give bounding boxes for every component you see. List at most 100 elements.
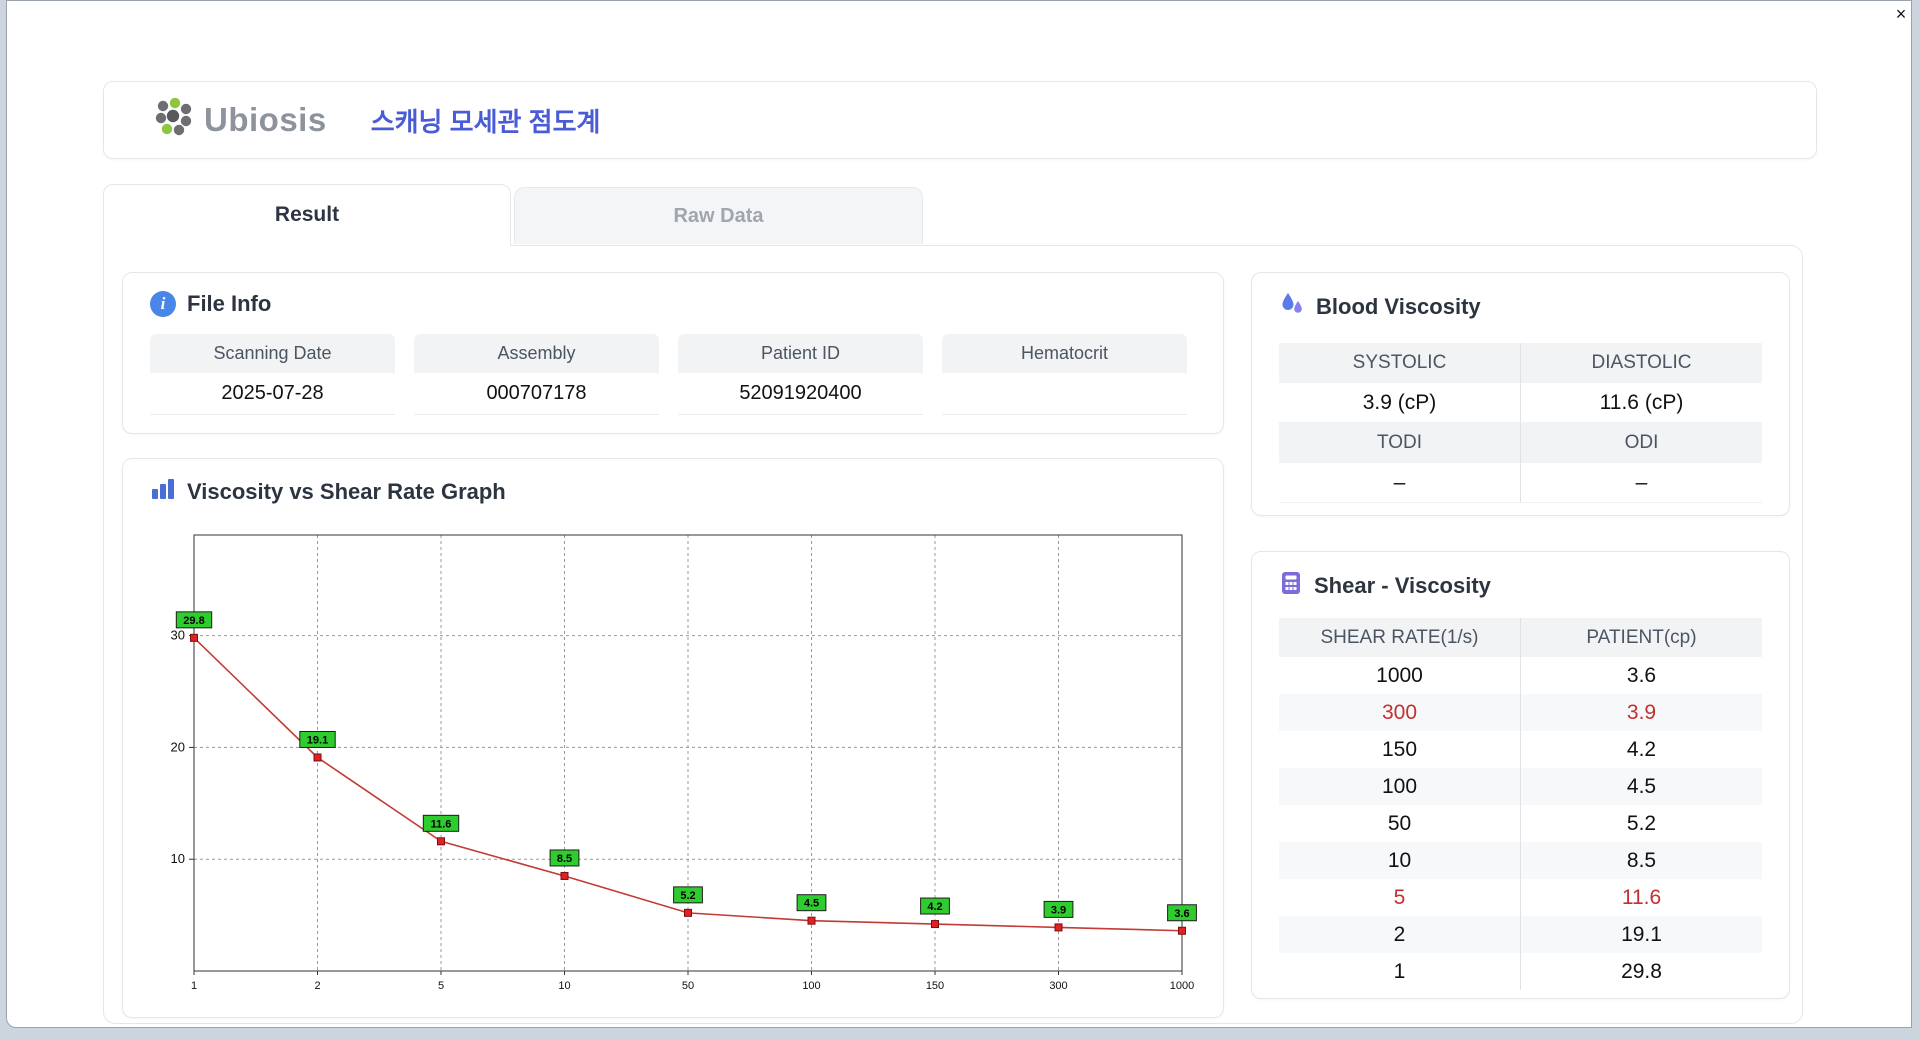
svg-text:29.8: 29.8 — [183, 615, 204, 627]
app-header: Ubiosis 스캐닝 모세관 점도계 — [103, 81, 1817, 159]
svg-text:4.2: 4.2 — [927, 901, 942, 913]
table-row: 50 5.2 — [1279, 805, 1762, 842]
shear-rate-cell: 10 — [1387, 849, 1412, 872]
table-row: 300 3.9 — [1279, 694, 1762, 731]
logo-dots-icon — [152, 97, 198, 144]
patient-value-cell: 5.2 — [1520, 805, 1762, 842]
patient-value-cell: 3.6 — [1520, 657, 1762, 694]
field-label: Assembly — [414, 334, 659, 373]
shear-rate-cell: 100 — [1381, 775, 1418, 798]
todi-header: TODI — [1279, 423, 1520, 463]
svg-text:30: 30 — [171, 628, 185, 643]
page-title: 스캐닝 모세관 점도계 — [370, 106, 601, 137]
file-info-card: i File Info Scanning Date 2025-07-28 Ass… — [122, 272, 1224, 434]
svg-text:19.1: 19.1 — [307, 734, 328, 746]
field-scanning-date: Scanning Date 2025-07-28 — [150, 334, 395, 415]
field-label: Patient ID — [678, 334, 923, 373]
odi-header: ODI — [1520, 423, 1762, 463]
table-row: 5 11.6 — [1279, 879, 1762, 916]
table-row: 10 8.5 — [1279, 842, 1762, 879]
svg-text:8.5: 8.5 — [557, 853, 572, 865]
svg-text:11.6: 11.6 — [431, 818, 452, 830]
info-icon: i — [150, 291, 176, 317]
blood-viscosity-title: Blood Viscosity — [1316, 294, 1481, 319]
patient-value-cell: 4.5 — [1520, 768, 1762, 805]
svg-text:10: 10 — [558, 980, 570, 992]
diastolic-header: DIASTOLIC — [1520, 343, 1762, 383]
viscosity-chart: 10 20 30 1 2 5 10 50 100 150 300 1000 29.8 19.1 11.6 8.… — [171, 534, 1197, 992]
table-row: 3.9 (cP) 11.6 (cP) — [1279, 383, 1762, 423]
field-label: Scanning Date — [150, 334, 395, 373]
shear-rate-cell: 1 — [1393, 960, 1406, 983]
bar-chart-icon — [150, 477, 176, 507]
patient-value-cell: 4.2 — [1520, 731, 1762, 768]
systolic-header: SYSTOLIC — [1279, 343, 1520, 383]
svg-text:5: 5 — [438, 980, 444, 992]
blood-viscosity-table: SYSTOLIC DIASTOLIC 3.9 (cP) 11.6 (cP) TO… — [1279, 343, 1762, 503]
shear-viscosity-card: Shear - Viscosity SHEAR RATE(1/s) PATIEN… — [1251, 551, 1790, 999]
field-patient-id: Patient ID 52091920400 — [678, 334, 923, 415]
graph-title: Viscosity vs Shear Rate Graph — [187, 479, 506, 504]
todi-value: – — [1279, 463, 1520, 503]
blood-viscosity-card: Blood Viscosity SYSTOLIC DIASTOLIC 3.9 (… — [1251, 272, 1790, 516]
field-value: 2025-07-28 — [150, 373, 395, 415]
table-row: – – — [1279, 463, 1762, 503]
field-assembly: Assembly 000707178 — [414, 334, 659, 415]
svg-text:5.2: 5.2 — [680, 890, 695, 902]
tab-result[interactable]: Result — [103, 184, 511, 246]
file-info-title-row: i File Info — [150, 291, 1196, 317]
logo-text: Ubiosis — [204, 101, 327, 138]
patient-value-cell: 19.1 — [1520, 916, 1762, 953]
systolic-value: 3.9 (cP) — [1279, 383, 1520, 423]
svg-text:4.5: 4.5 — [804, 898, 819, 910]
diastolic-value: 11.6 (cP) — [1520, 383, 1762, 423]
patient-column-header: PATIENT(cp) — [1520, 618, 1762, 657]
field-value: 000707178 — [414, 373, 659, 415]
table-header-row: SHEAR RATE(1/s) PATIENT(cp) — [1279, 618, 1762, 657]
graph-title-row: Viscosity vs Shear Rate Graph — [150, 477, 1223, 507]
svg-text:20: 20 — [171, 739, 185, 754]
tab-raw-data[interactable]: Raw Data — [514, 187, 923, 244]
svg-text:2: 2 — [314, 980, 320, 992]
shear-rate-cell: 50 — [1387, 812, 1412, 835]
patient-value-cell: 11.6 — [1520, 879, 1762, 916]
shear-viscosity-table: SHEAR RATE(1/s) PATIENT(cp) 1000 3.6 300… — [1279, 618, 1762, 990]
svg-text:100: 100 — [802, 980, 820, 992]
shear-viscosity-title-row: Shear - Viscosity — [1279, 570, 1762, 602]
shear-rate-cell: 150 — [1381, 738, 1418, 761]
shear-rate-cell: 2 — [1393, 923, 1406, 946]
file-info-title: File Info — [187, 291, 272, 316]
svg-text:1000: 1000 — [1170, 980, 1194, 992]
file-info-fields: Scanning Date 2025-07-28 Assembly 000707… — [150, 334, 1196, 415]
table-row: 1000 3.6 — [1279, 657, 1762, 694]
patient-value-cell: 3.9 — [1520, 694, 1762, 731]
shear-rate-cell: 1000 — [1376, 664, 1423, 687]
droplets-icon — [1279, 291, 1305, 323]
viscosity-graph-card: Viscosity vs Shear Rate Graph 10 20 30 1 2 5 1… — [122, 458, 1224, 1018]
svg-text:50: 50 — [682, 980, 694, 992]
field-hematocrit: Hematocrit — [942, 334, 1187, 415]
calculator-icon — [1279, 570, 1303, 602]
shear-rate-cell: 5 — [1393, 886, 1406, 909]
field-value — [942, 373, 1187, 415]
patient-value-cell: 29.8 — [1520, 953, 1762, 990]
table-header-row: TODI ODI — [1279, 423, 1762, 463]
svg-text:3.9: 3.9 — [1051, 904, 1066, 916]
table-row: 100 4.5 — [1279, 768, 1762, 805]
field-label: Hematocrit — [942, 334, 1187, 373]
table-row: 1 29.8 — [1279, 953, 1762, 990]
shear-rate-column-header: SHEAR RATE(1/s) — [1320, 627, 1479, 648]
table-row: 150 4.2 — [1279, 731, 1762, 768]
shear-rate-cell: 300 — [1381, 701, 1418, 724]
chart-area: 10 20 30 1 2 5 10 50 100 150 300 1000 29.8 19.1 11.6 8.… — [148, 527, 1198, 1002]
shear-viscosity-title: Shear - Viscosity — [1314, 573, 1491, 598]
patient-value-cell: 8.5 — [1520, 842, 1762, 879]
blood-viscosity-title-row: Blood Viscosity — [1279, 291, 1762, 323]
svg-text:300: 300 — [1049, 980, 1067, 992]
odi-value: – — [1520, 463, 1762, 503]
ubiosis-logo: Ubiosis — [152, 97, 327, 144]
svg-text:1: 1 — [191, 980, 197, 992]
table-body: 1000 3.6 300 3.9 150 4.2 100 4.5 50 5.2 … — [1279, 657, 1762, 990]
svg-text:150: 150 — [926, 980, 944, 992]
close-icon[interactable]: × — [1889, 2, 1913, 26]
